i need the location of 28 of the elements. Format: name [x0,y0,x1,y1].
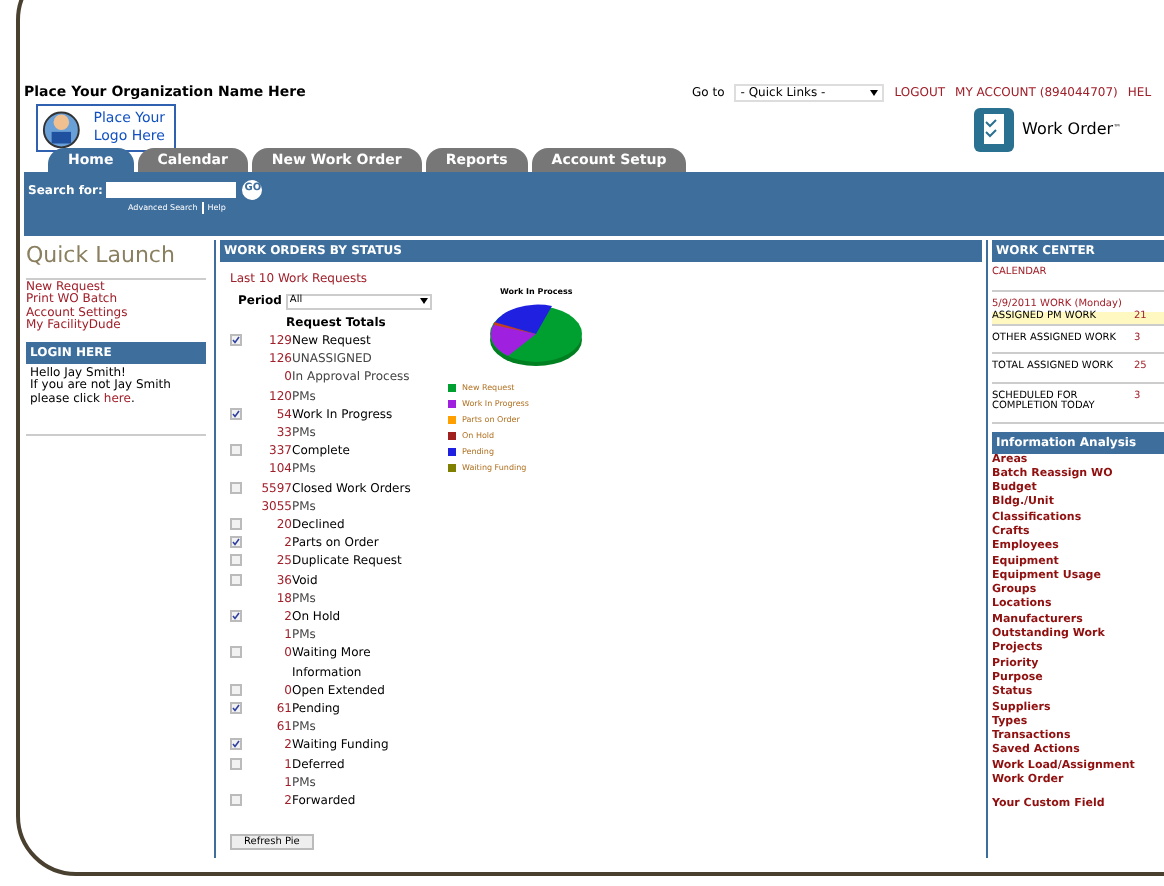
status-checkbox[interactable] [230,536,242,549]
cartoon-man-icon [40,106,83,150]
quick-launch-title: Quick Launch [26,240,206,279]
check-icon [232,740,240,749]
status-checkbox[interactable] [230,646,242,659]
status-checkbox[interactable] [230,738,242,751]
status-checkbox[interactable] [230,554,242,567]
status-checkbox[interactable] [230,610,242,623]
status-checkbox[interactable] [230,334,242,346]
pie-chart-drawing [488,304,584,368]
check-icon [232,336,240,344]
status-checkbox[interactable] [230,444,242,457]
status-checkbox[interactable] [230,573,242,586]
status-checkbox[interactable] [230,794,242,807]
status-checkbox[interactable] [230,683,242,696]
status-checkbox[interactable] [230,757,242,770]
status-checkbox[interactable] [230,518,242,531]
checklist-icon [974,108,1014,152]
check-icon [232,409,240,418]
check-icon [232,704,240,713]
check-icon [232,538,240,547]
dropdown-arrow-icon [419,298,428,304]
search-field[interactable] [106,182,237,198]
check-icon [232,612,240,621]
status-checkbox[interactable] [230,702,242,715]
status-checkbox[interactable] [230,481,242,494]
dropdown-arrow-icon [870,90,879,96]
status-checkbox[interactable] [230,407,242,420]
